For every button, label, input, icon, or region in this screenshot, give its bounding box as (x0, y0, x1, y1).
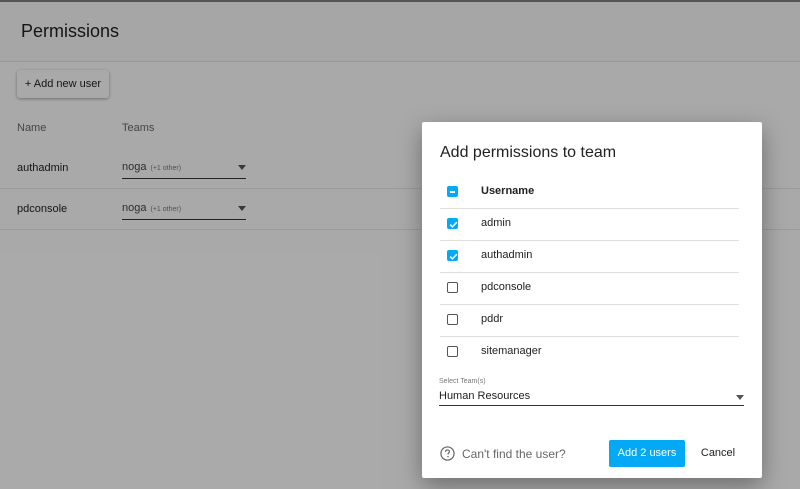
dropdown-arrow-icon (736, 395, 744, 400)
user-checkbox[interactable] (447, 282, 458, 293)
select-teams-label: Select Team(s) (439, 378, 486, 385)
user-label: sitemanager (481, 345, 542, 357)
list-item[interactable]: authadmin (440, 240, 739, 273)
checkmark-icon (449, 253, 458, 260)
user-list-header: Username (440, 176, 739, 209)
list-item[interactable]: pddr (440, 304, 739, 337)
user-label: admin (481, 217, 511, 229)
user-label: pdconsole (481, 281, 532, 293)
list-item[interactable]: admin (440, 208, 739, 241)
select-all-checkbox[interactable] (447, 186, 458, 197)
user-label: authadmin (481, 249, 533, 261)
dialog-title: Add permissions to team (440, 144, 617, 161)
cancel-button[interactable]: Cancel (694, 440, 742, 467)
username-column-header: Username (481, 185, 535, 197)
user-checkbox[interactable] (447, 314, 458, 325)
user-checkbox[interactable] (447, 218, 458, 229)
list-item[interactable]: pdconsole (440, 272, 739, 305)
add-permissions-dialog: Add permissions to team Username admin a… (422, 122, 762, 478)
user-checkbox[interactable] (447, 346, 458, 357)
select-teams-value: Human Resources (439, 390, 531, 402)
cant-find-user-text: Can't find the user? (462, 447, 566, 461)
checkmark-icon (449, 221, 458, 228)
list-item[interactable]: sitemanager (440, 336, 739, 368)
select-teams-dropdown[interactable]: Human Resources (439, 388, 744, 406)
add-users-button[interactable]: Add 2 users (609, 440, 685, 467)
user-checkbox[interactable] (447, 250, 458, 261)
help-circle-icon[interactable] (440, 446, 455, 461)
user-label: pddr (481, 313, 504, 325)
